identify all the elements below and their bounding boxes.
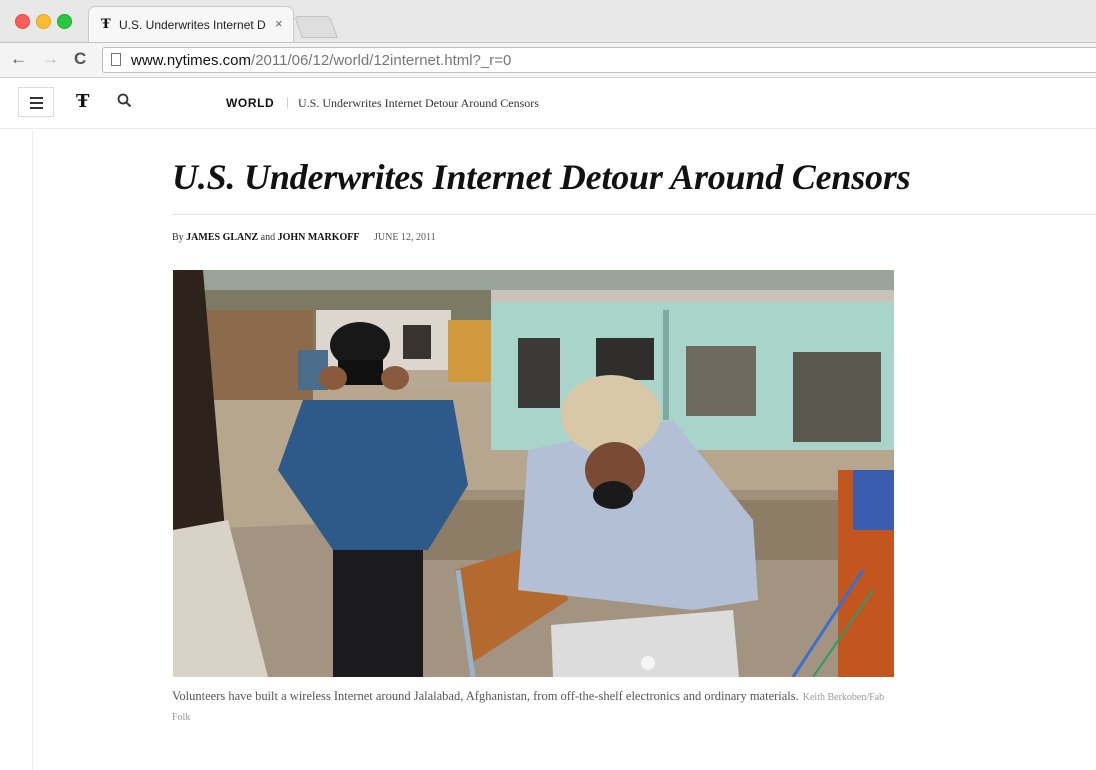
byline-and: and	[260, 232, 276, 243]
section-link-world[interactable]: WORLD	[226, 96, 274, 110]
byline: By JAMES GLANZ and JOHN MARKOFF JUNE 12,…	[172, 232, 436, 243]
author-link-1[interactable]: JAMES GLANZ	[186, 232, 258, 243]
byline-prefix: By	[172, 232, 184, 243]
new-tab-button[interactable]	[293, 16, 339, 38]
zoom-window-button[interactable]	[57, 14, 72, 29]
breadcrumb-separator: |	[286, 95, 290, 109]
reload-icon[interactable]: C	[74, 49, 86, 69]
author-link-2[interactable]: JOHN MARKOFF	[278, 232, 360, 243]
page-icon	[111, 53, 121, 66]
url-path: /2011/06/12/world/12internet.html?_r=0	[251, 52, 512, 69]
nyt-logo-icon[interactable]: Ŧ	[76, 91, 89, 112]
site-header: Ŧ WORLD | U.S. Underwrites Internet Deto…	[0, 78, 1096, 129]
article-photo[interactable]	[173, 270, 894, 677]
caption-text: Volunteers have built a wireless Interne…	[172, 689, 799, 703]
browser-tab[interactable]: Ŧ U.S. Underwrites Internet D ×	[88, 6, 294, 42]
back-arrow-icon[interactable]: ←	[10, 49, 27, 69]
close-window-button[interactable]	[15, 14, 30, 29]
article-headline: U.S. Underwrites Internet Detour Around …	[172, 157, 911, 197]
forward-arrow-icon[interactable]: →	[42, 49, 59, 69]
publish-date: JUNE 12, 2011	[374, 232, 436, 243]
nyt-favicon-icon: Ŧ	[101, 17, 111, 32]
page-divider	[32, 130, 33, 770]
address-bar[interactable]: www.nytimes.com/2011/06/12/world/12inter…	[102, 47, 1096, 73]
photo-caption: Volunteers have built a wireless Interne…	[172, 687, 902, 727]
minimize-window-button[interactable]	[36, 14, 51, 29]
photo-illustration	[173, 270, 894, 677]
browser-toolbar: ← → C www.nytimes.com/2011/06/12/world/1…	[0, 43, 1096, 78]
tab-title: U.S. Underwrites Internet D	[119, 18, 266, 32]
headline-divider	[172, 214, 1096, 215]
browser-tab-strip: Ŧ U.S. Underwrites Internet D ×	[0, 0, 1096, 43]
url-host: www.nytimes.com	[131, 52, 252, 69]
close-tab-icon[interactable]: ×	[275, 16, 283, 31]
hamburger-icon[interactable]	[18, 87, 54, 117]
url-text[interactable]: www.nytimes.com/2011/06/12/world/12inter…	[131, 52, 511, 69]
breadcrumb-title: U.S. Underwrites Internet Detour Around …	[298, 96, 539, 110]
search-icon[interactable]	[116, 92, 134, 110]
